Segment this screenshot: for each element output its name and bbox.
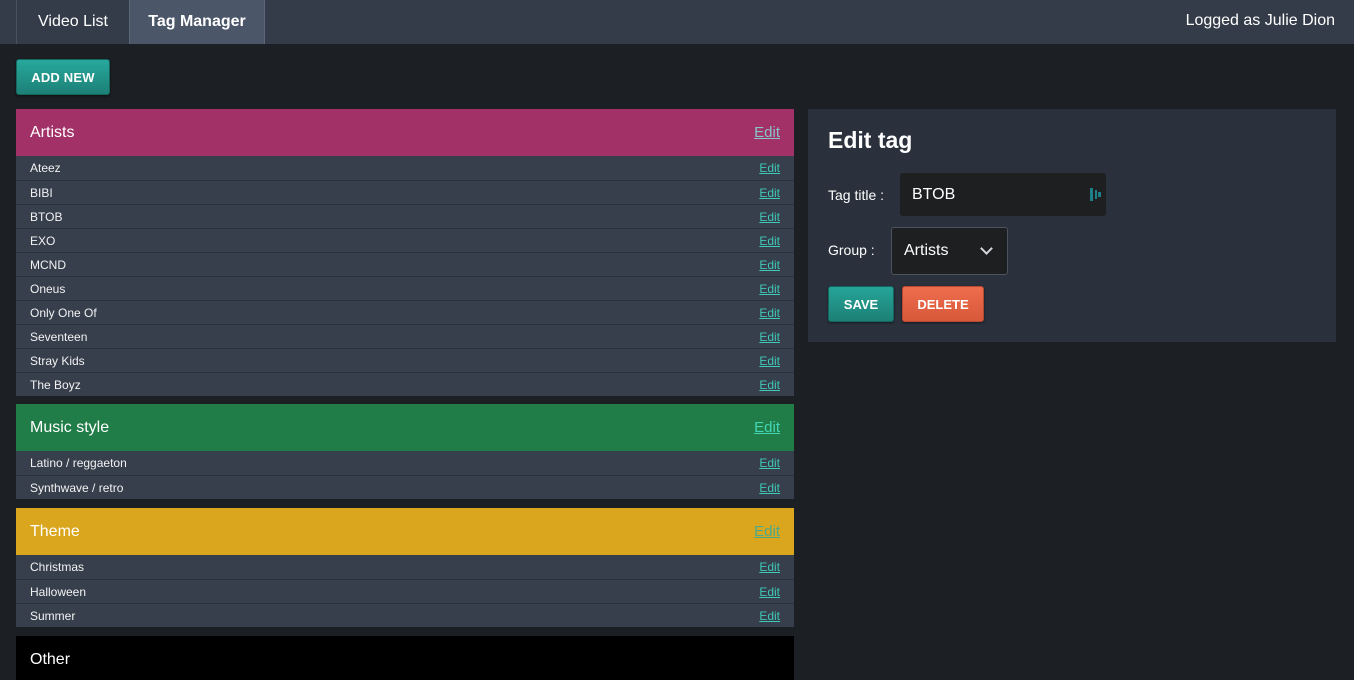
tag-name: Ateez	[30, 161, 61, 175]
group-label: Group :	[828, 242, 875, 258]
tag-group: Artists Edit Ateez Edit BIBI Edit BTOB Edit EXO E…	[16, 109, 794, 396]
tag-row: Halloween Edit	[16, 579, 794, 603]
tag-name: BTOB	[30, 209, 63, 224]
tag-list: Christmas Edit Halloween Edit Summer Edit	[16, 555, 794, 627]
tag-row: Latino / reggaeton Edit	[16, 451, 794, 475]
group-title: Artists	[30, 123, 75, 141]
tag-edit-link[interactable]: Edit	[759, 210, 780, 224]
tag-name: EXO	[30, 233, 56, 248]
tag-name: Christmas	[30, 560, 85, 574]
tag-title-input[interactable]: BTOB	[900, 173, 1106, 216]
group-header: Artists Edit	[16, 109, 794, 156]
tag-edit-link[interactable]: Edit	[759, 186, 780, 200]
group-edit-link[interactable]: Edit	[754, 523, 780, 540]
tag-title-value: BTOB	[912, 185, 956, 203]
delete-button[interactable]: DELETE	[902, 286, 984, 322]
tag-name: MCND	[30, 257, 66, 272]
group-title: Theme	[30, 522, 80, 540]
group-header: Music style Edit	[16, 404, 794, 451]
tab-video-list[interactable]: Video List	[16, 0, 129, 44]
tag-name: Latino / reggaeton	[30, 456, 127, 470]
tag-edit-link[interactable]: Edit	[759, 161, 780, 175]
tag-name: Oneus	[30, 281, 66, 296]
tag-edit-link[interactable]: Edit	[759, 306, 780, 320]
tag-row: Summer Edit	[16, 603, 794, 627]
tag-name: Stray Kids	[30, 353, 85, 368]
group-header: Theme Edit	[16, 508, 794, 555]
tag-edit-link[interactable]: Edit	[759, 585, 780, 599]
group-select-value: Artists	[904, 242, 949, 259]
save-button[interactable]: SAVE	[828, 286, 894, 322]
tag-edit-link[interactable]: Edit	[759, 560, 780, 574]
logged-user-text: Logged as Julie Dion	[1185, 12, 1335, 29]
tag-group: Theme Edit Christmas Edit Halloween Edit Summe…	[16, 508, 794, 627]
tag-row: BTOB Edit	[16, 204, 794, 228]
tag-row: MCND Edit	[16, 252, 794, 276]
tag-row: Only One Of Edit	[16, 300, 794, 324]
tag-list: Latino / reggaeton Edit Synthwave / retro E…	[16, 451, 794, 499]
tag-edit-link[interactable]: Edit	[759, 354, 780, 368]
tag-name: The Boyz	[30, 377, 81, 392]
tag-name: BIBI	[30, 185, 53, 200]
tag-edit-link[interactable]: Edit	[759, 330, 780, 344]
tag-group: Other	[16, 636, 794, 680]
tag-edit-link[interactable]: Edit	[759, 481, 780, 495]
tag-row: Oneus Edit	[16, 276, 794, 300]
tab-tag-manager[interactable]: Tag Manager	[129, 0, 265, 44]
tag-title-label: Tag title :	[828, 187, 885, 203]
tag-name: Seventeen	[30, 329, 88, 344]
add-new-button[interactable]: ADD NEW	[16, 59, 110, 95]
group-edit-link[interactable]: Edit	[754, 419, 780, 436]
edit-tag-panel: Edit tag Tag title : BTOB Group : Artist…	[808, 109, 1336, 342]
tag-row: EXO Edit	[16, 228, 794, 252]
tag-row: Seventeen Edit	[16, 324, 794, 348]
tag-name: Only One Of	[30, 305, 97, 320]
tag-edit-link[interactable]: Edit	[759, 378, 780, 392]
group-header: Other	[16, 636, 794, 680]
top-nav-bar: Video List Tag Manager Logged as Julie D…	[0, 0, 1354, 44]
input-helper-icon[interactable]	[1090, 188, 1101, 201]
chevron-down-icon	[980, 242, 993, 255]
group-title: Other	[30, 650, 71, 668]
tag-group: Music style Edit Latino / reggaeton Edit Syn…	[16, 404, 794, 499]
group-select[interactable]: Artists	[891, 227, 1008, 275]
panel-title: Edit tag	[828, 127, 913, 153]
tag-row: Stray Kids Edit	[16, 348, 794, 372]
tag-name: Summer	[30, 608, 76, 623]
tag-row: Synthwave / retro Edit	[16, 475, 794, 499]
tag-edit-link[interactable]: Edit	[759, 282, 780, 296]
tag-name: Synthwave / retro	[30, 480, 124, 495]
tag-row: Christmas Edit	[16, 555, 794, 579]
group-title: Music style	[30, 418, 110, 436]
tag-edit-link[interactable]: Edit	[759, 456, 780, 470]
tag-row: The Boyz Edit	[16, 372, 794, 396]
tag-row: BIBI Edit	[16, 180, 794, 204]
tag-name: Halloween	[30, 584, 87, 599]
tag-edit-link[interactable]: Edit	[759, 258, 780, 272]
tag-list: Ateez Edit BIBI Edit BTOB Edit EXO Edit MCND Edit…	[16, 156, 794, 396]
group-edit-link[interactable]: Edit	[754, 124, 780, 141]
tag-edit-link[interactable]: Edit	[759, 609, 780, 623]
tag-row: Ateez Edit	[16, 156, 794, 180]
tag-edit-link[interactable]: Edit	[759, 234, 780, 248]
